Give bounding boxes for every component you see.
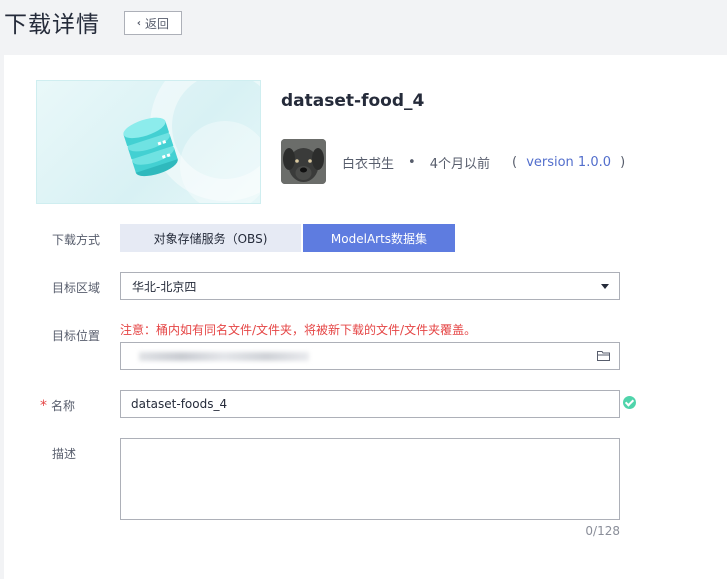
dataset-title: dataset-food_4 <box>281 91 425 111</box>
option-modelarts-dataset[interactable]: ModelArts数据集 <box>303 224 455 252</box>
name-input[interactable]: dataset-foods_4 <box>120 390 620 418</box>
download-method-label: 下载方式 <box>52 233 101 247</box>
check-circle-icon <box>623 396 636 409</box>
target-region-label: 目标区域 <box>52 281 101 295</box>
name-label-wrapper: * 名称 <box>40 397 75 414</box>
option-obs[interactable]: 对象存储服务（OBS) <box>120 224 301 252</box>
dataset-meta: 白衣书生 • 4个月以前 ( version 1.0.0 ) <box>342 153 625 172</box>
description-textarea[interactable] <box>120 438 620 520</box>
target-region-value: 华北-北京四 <box>132 279 197 294</box>
author-name[interactable]: 白衣书生 <box>342 153 394 172</box>
chevron-left-icon: ‹ <box>136 17 142 29</box>
avatar <box>281 139 326 184</box>
dog-avatar-icon <box>281 139 326 184</box>
back-button-label: 返回 <box>145 16 170 31</box>
obs-path-input[interactable] <box>120 342 620 370</box>
required-mark: * <box>40 398 47 414</box>
meta-separator: • <box>408 155 416 170</box>
page-title: 下载详情 <box>4 12 100 38</box>
version-open-paren: ( <box>511 155 518 170</box>
page-header: 下载详情 ‹ 返回 <box>0 0 727 46</box>
overwrite-notice: 注意：桶内如有同名文件/文件夹，将被新下载的文件/文件夹覆盖。 <box>120 323 477 337</box>
decorative-circle <box>180 121 260 203</box>
database-icon <box>123 117 178 177</box>
target-region-select[interactable]: 华北-北京四 <box>120 272 620 300</box>
target-location-label: 目标位置 <box>52 329 101 343</box>
version-close-paren: ) <box>620 155 626 170</box>
version-wrapper: ( version 1.0.0 ) <box>512 155 625 170</box>
description-label: 描述 <box>52 447 77 461</box>
name-label: 名称 <box>51 399 76 413</box>
publish-time: 4个月以前 <box>429 157 490 172</box>
char-counter: 0/128 <box>585 524 620 538</box>
caret-down-icon <box>601 284 609 289</box>
folder-icon[interactable] <box>597 350 610 361</box>
version-link[interactable]: version 1.0.0 <box>526 155 611 170</box>
redacted-path <box>139 352 309 361</box>
dataset-thumbnail <box>36 80 261 204</box>
back-button[interactable]: ‹ 返回 <box>124 11 182 35</box>
